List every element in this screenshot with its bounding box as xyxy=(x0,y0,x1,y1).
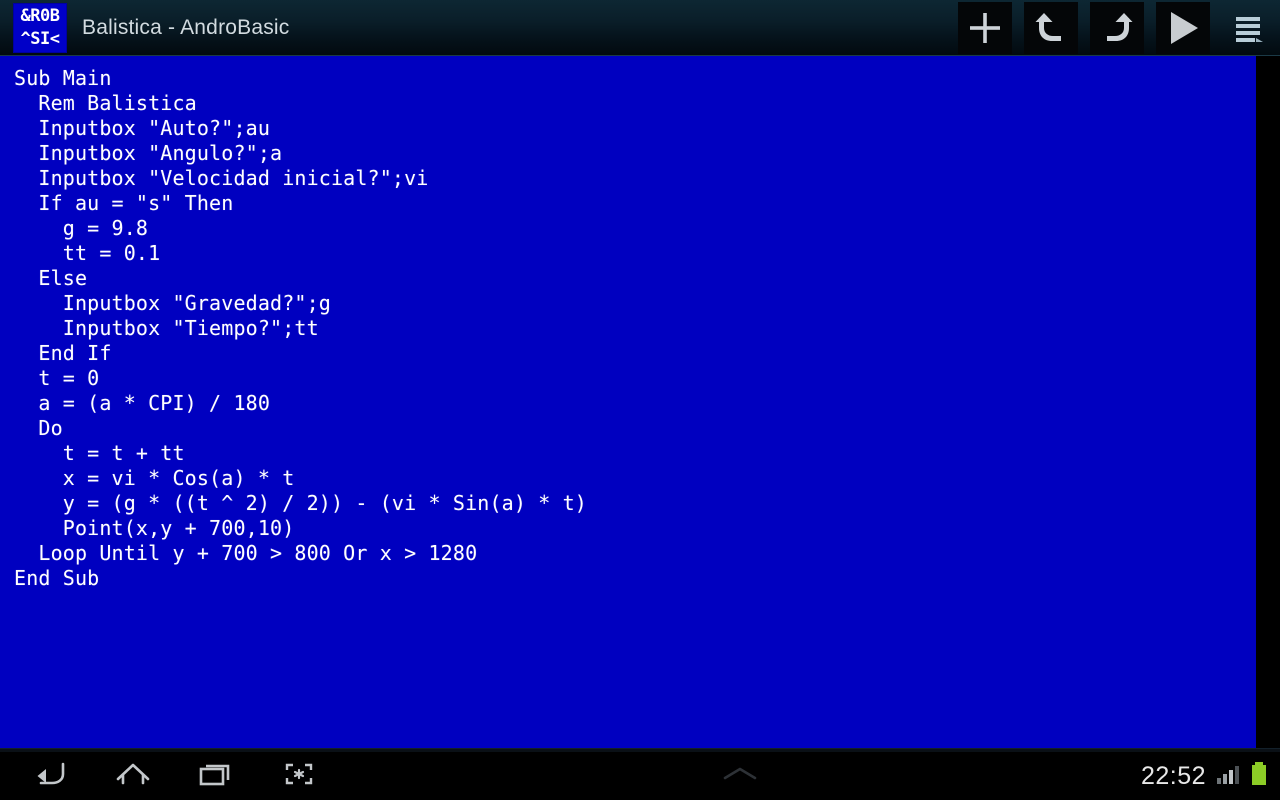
run-button[interactable] xyxy=(1156,1,1210,54)
redo-button[interactable] xyxy=(1090,1,1144,54)
app-icon-line1: &R0B xyxy=(20,5,60,26)
new-file-button[interactable] xyxy=(958,1,1012,54)
hamburger-menu-icon xyxy=(1230,9,1268,47)
status-clock: 22:52 xyxy=(1140,761,1206,790)
code-text[interactable]: Sub Main Rem Balistica Inputbox "Auto?";… xyxy=(0,56,1256,591)
toolbar xyxy=(946,0,1280,56)
code-editor[interactable]: Sub Main Rem Balistica Inputbox "Auto?";… xyxy=(0,56,1256,748)
page-title: Balistica - AndroBasic xyxy=(82,15,290,39)
play-icon xyxy=(1162,7,1204,49)
app-icon-line2: ^SI< xyxy=(20,28,60,49)
battery-full-icon xyxy=(1250,761,1268,792)
nav-recents-button[interactable] xyxy=(184,753,248,799)
home-icon xyxy=(113,759,153,794)
recents-icon xyxy=(196,759,236,794)
overflow-menu-button[interactable] xyxy=(1224,2,1274,54)
app-bar: &R0B ^SI< Balistica - AndroBasic xyxy=(0,0,1280,56)
plus-icon xyxy=(965,8,1005,48)
navbar-expand-handle[interactable] xyxy=(340,762,1141,791)
undo-button[interactable] xyxy=(1024,1,1078,54)
system-navigation-bar: 22:52 xyxy=(0,752,1280,800)
redo-icon xyxy=(1098,9,1136,47)
app-icon: &R0B ^SI< xyxy=(14,3,66,52)
status-area: 22:52 xyxy=(1141,761,1280,792)
screenshot-icon xyxy=(279,759,319,794)
nav-home-button[interactable] xyxy=(101,753,165,799)
signal-bars-icon xyxy=(1215,762,1241,791)
navbar-buttons xyxy=(0,753,340,799)
back-arrow-icon xyxy=(30,759,70,794)
nav-back-button[interactable] xyxy=(18,753,82,799)
editor-right-gutter xyxy=(1256,56,1280,748)
android-tablet-screen: &R0B ^SI< Balistica - AndroBasic Sub Mai… xyxy=(0,0,1280,800)
chevron-up-icon xyxy=(713,762,767,791)
nav-screenshot-button[interactable] xyxy=(267,753,331,799)
undo-icon xyxy=(1032,9,1070,47)
